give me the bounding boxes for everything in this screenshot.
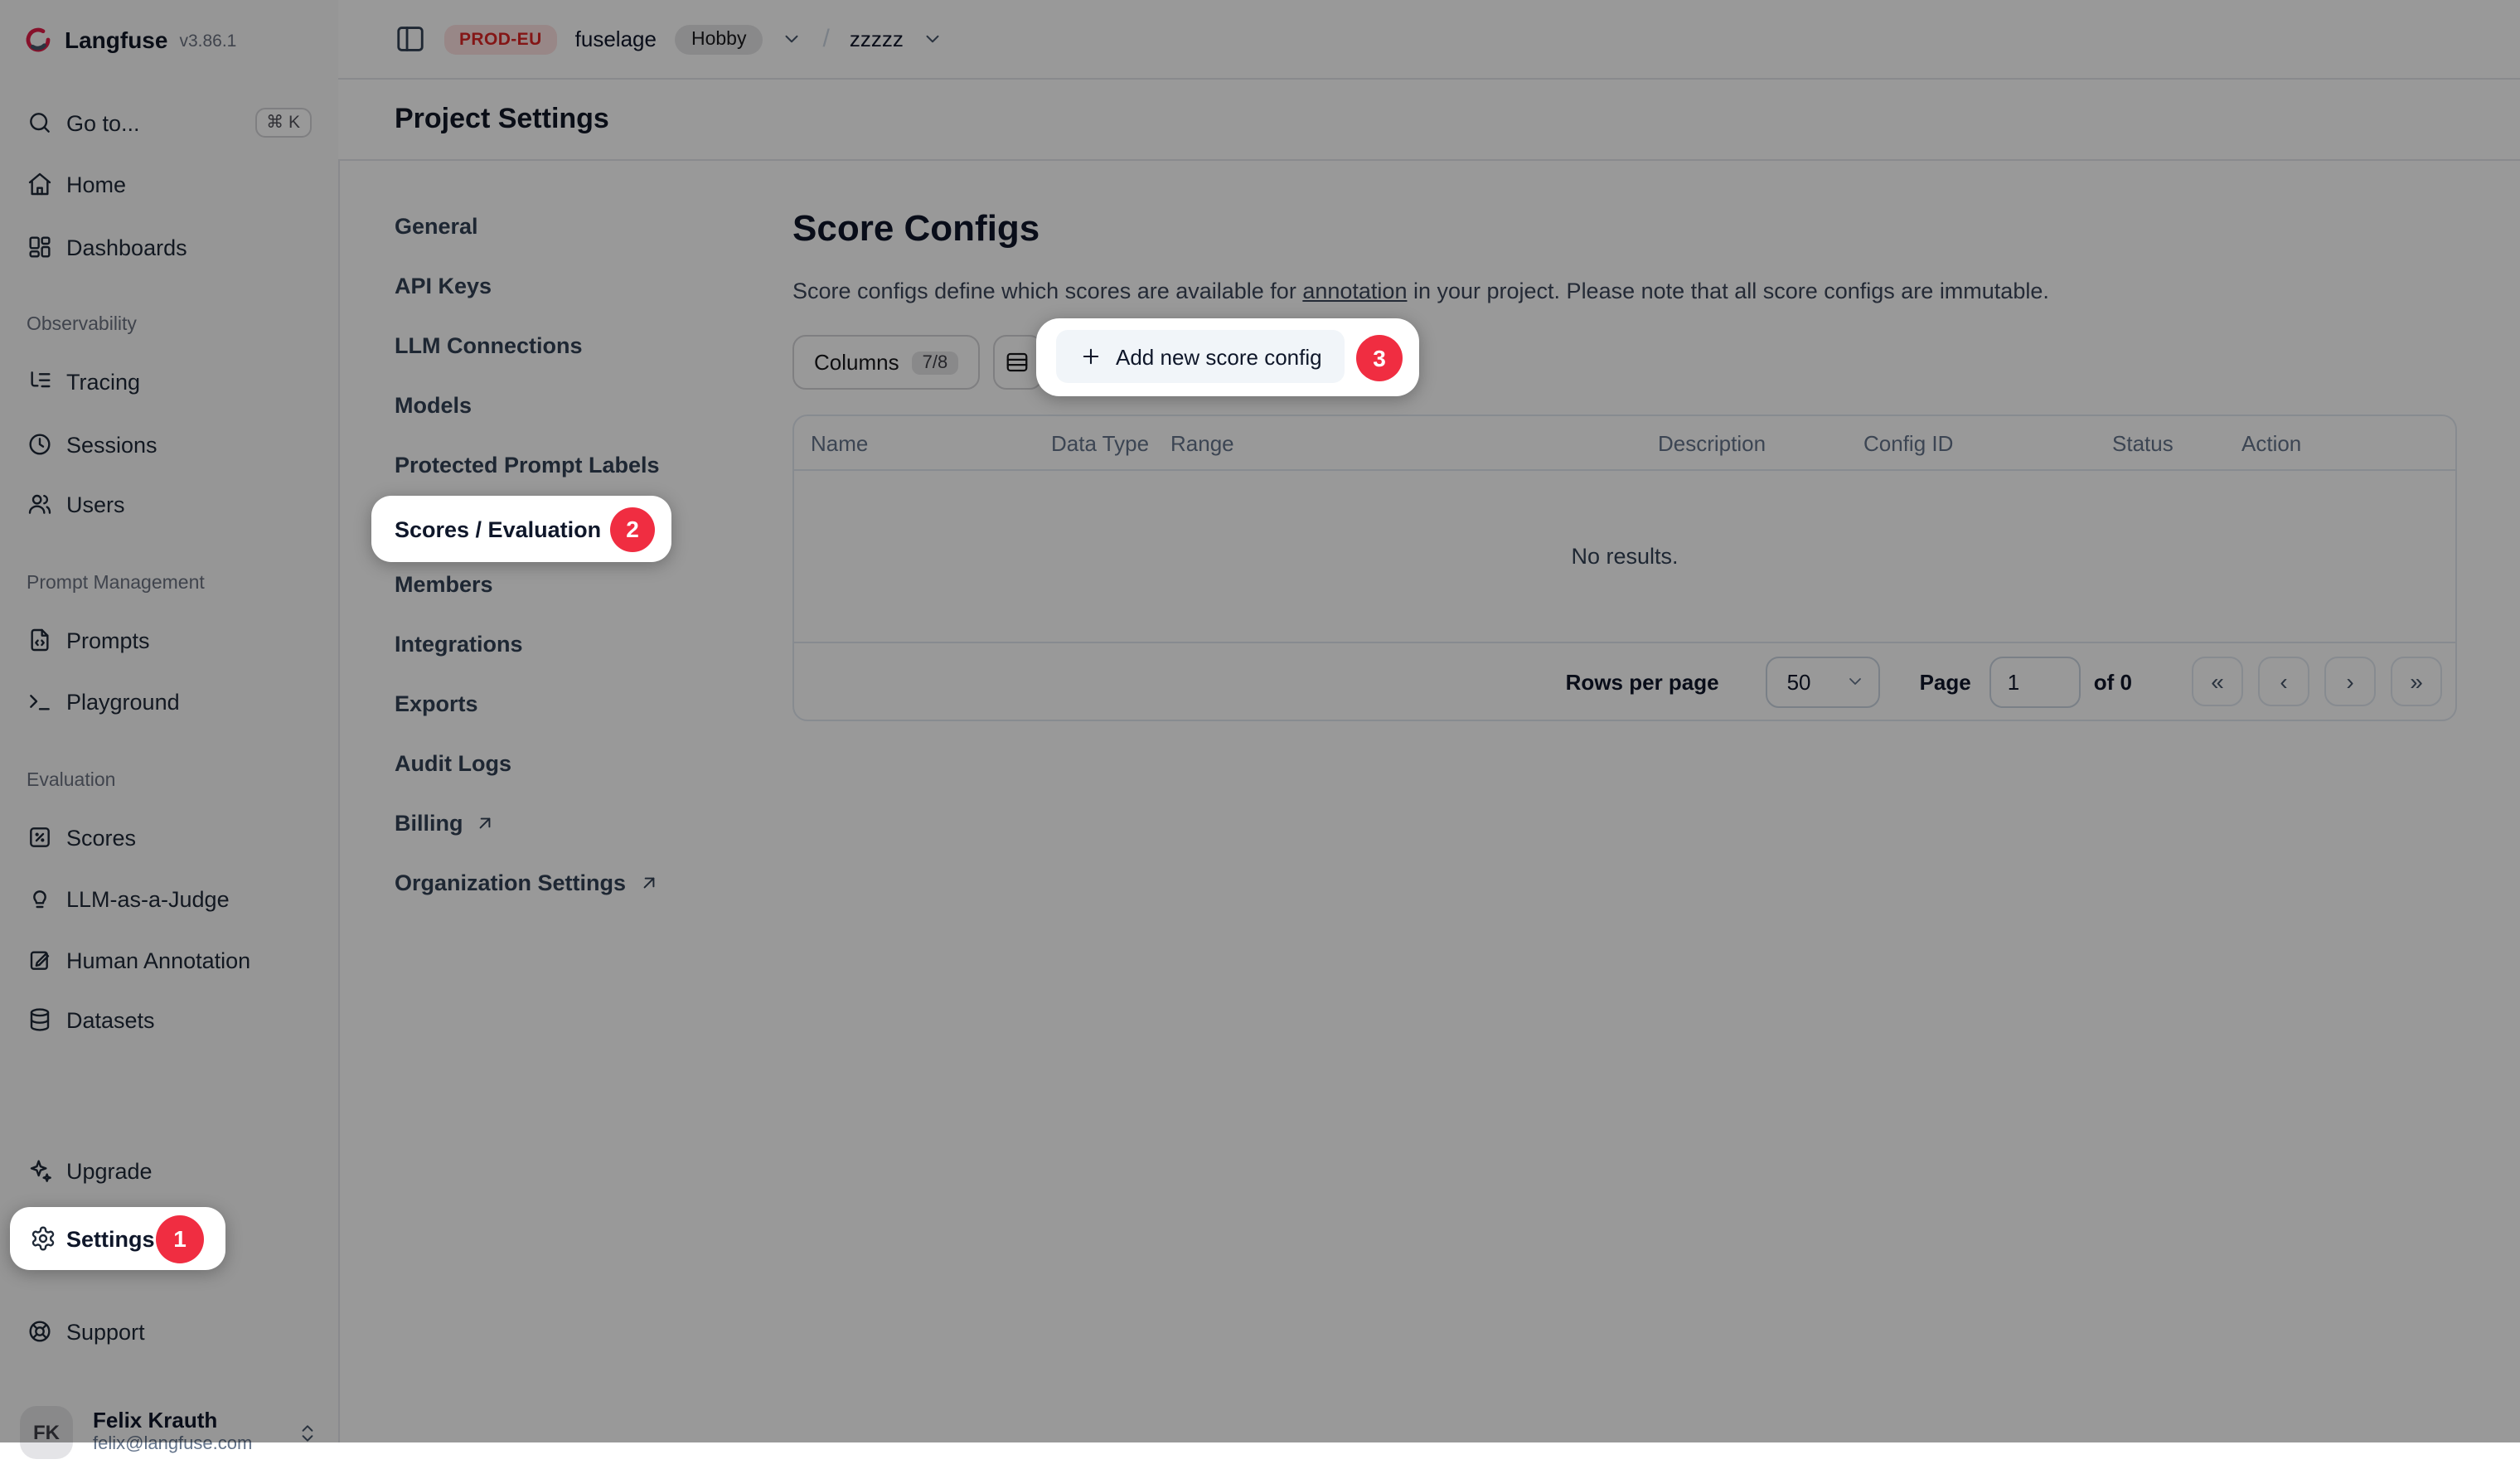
tour-step-1-badge: 1	[156, 1214, 204, 1263]
sidebar-item-label: Settings	[66, 1226, 155, 1251]
tour-step-2-badge: 2	[610, 507, 655, 551]
tour-dim-overlay	[0, 0, 2520, 1442]
tour-step-3-badge: 3	[1356, 335, 1403, 381]
sidebar-item-settings[interactable]: Settings 1	[10, 1207, 225, 1270]
langfuse-app: Langfuse v3.86.1 Go to... ⌘ K Home Dashb…	[0, 0, 2520, 1442]
plus-icon	[1079, 345, 1102, 368]
add-score-config-button[interactable]: Add new score config	[1056, 330, 1345, 383]
settings-nav-scores-evaluation[interactable]: Scores / Evaluation 2	[371, 496, 671, 562]
add-score-config-spotlight: Add new score config 3	[1036, 318, 1419, 396]
add-button-label: Add new score config	[1116, 344, 1322, 369]
gear-icon	[30, 1225, 56, 1252]
settings-nav-label: Scores / Evaluation	[395, 516, 601, 541]
